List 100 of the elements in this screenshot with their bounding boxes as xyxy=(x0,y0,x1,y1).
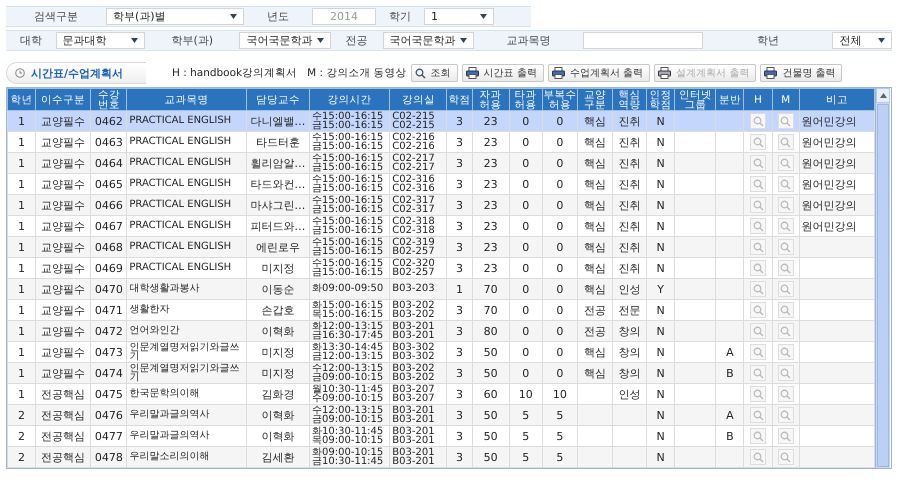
view-button[interactable] xyxy=(750,218,766,234)
view-button[interactable] xyxy=(778,113,794,129)
view-button[interactable] xyxy=(778,407,794,423)
view-button[interactable] xyxy=(750,344,766,360)
table-cell: 23 xyxy=(484,136,498,148)
table-cell: 교양필수 xyxy=(41,262,86,274)
table-cell: 이혁화 xyxy=(261,408,294,422)
table-cell-text: 금15:00-16:15 xyxy=(312,226,384,236)
table-cell: 핵심 xyxy=(584,178,606,190)
view-button[interactable] xyxy=(778,428,794,444)
print-button[interactable]: 수업계획서 출력 xyxy=(548,64,650,82)
view-button[interactable] xyxy=(778,134,794,150)
dropdown[interactable]: 문과대학 xyxy=(56,32,146,49)
search-icon xyxy=(780,388,792,400)
view-button[interactable] xyxy=(750,239,766,255)
dropdown[interactable]: 학부(과)별 xyxy=(106,8,244,25)
table-cell-text: 금16:30-17:45 xyxy=(312,331,384,340)
table-cell-text: 금15:00-16:15 xyxy=(312,205,384,214)
view-button[interactable] xyxy=(750,176,766,192)
scrollbar[interactable] xyxy=(875,88,890,468)
column-header: 이수구분 xyxy=(36,88,91,110)
input-field[interactable] xyxy=(583,32,704,49)
column-header: 강의시간 xyxy=(310,88,390,110)
dropdown[interactable]: 1 xyxy=(424,8,494,25)
dropdown[interactable]: 전체 xyxy=(832,32,892,49)
view-button[interactable] xyxy=(778,281,794,297)
caret-icon xyxy=(230,14,237,19)
table-cell: 0 xyxy=(556,324,564,338)
table-cell: 1 xyxy=(18,388,26,400)
table-cell: 핵심 xyxy=(584,136,606,148)
view-button[interactable] xyxy=(778,155,794,171)
table-cell: 창의 xyxy=(618,346,641,358)
table-cell: 1 xyxy=(18,282,26,296)
view-button[interactable] xyxy=(750,365,766,381)
table-cell: 0 xyxy=(522,136,530,148)
view-button[interactable] xyxy=(750,302,766,318)
table-cell-text: 금15:00-16:15 xyxy=(312,184,384,194)
table-cell: N xyxy=(656,114,665,128)
table-cell: 창의 xyxy=(618,366,641,380)
table-cell: 교양필수 xyxy=(41,156,86,170)
print-button[interactable]: 시간표 출력 xyxy=(462,64,544,82)
view-button[interactable] xyxy=(778,323,794,339)
search-icon xyxy=(780,220,792,232)
view-button[interactable] xyxy=(778,260,794,276)
search-button[interactable]: 조회 xyxy=(410,64,458,82)
table-cell: 0477 xyxy=(94,430,123,442)
section-tab[interactable]: 시간표/수업계획서 xyxy=(6,62,146,84)
search-icon xyxy=(414,68,426,78)
table-cell: 3 xyxy=(456,324,464,338)
table-cell: 3 xyxy=(456,366,464,380)
table-cell: 0475 xyxy=(94,388,123,400)
search-icon xyxy=(752,326,764,336)
table-cell: 교양필수 xyxy=(41,220,86,232)
table-cell: 타드와컨… xyxy=(250,178,306,190)
table-cell: 인성 xyxy=(618,282,641,296)
view-button[interactable] xyxy=(778,302,794,318)
table-cell: 23 xyxy=(484,156,498,170)
view-button[interactable] xyxy=(750,155,766,171)
dropdown[interactable]: 국어국문학과 xyxy=(239,32,331,49)
search-icon xyxy=(780,368,792,378)
view-button[interactable] xyxy=(750,281,766,297)
table-cell: 0 xyxy=(522,156,530,170)
view-button[interactable] xyxy=(750,449,766,465)
view-button[interactable] xyxy=(778,365,794,381)
table-cell-text: 금15:00-16:15 xyxy=(312,121,384,130)
table-cell: 생활한자 xyxy=(129,304,170,316)
view-button[interactable] xyxy=(750,113,766,129)
view-button[interactable] xyxy=(778,176,794,192)
filter-label: 교과목명 xyxy=(506,33,552,49)
table-cell: 진취 xyxy=(618,136,641,148)
dropdown[interactable]: 국어국문학과 xyxy=(382,32,474,49)
table-cell: 창의 xyxy=(618,324,641,338)
view-button[interactable] xyxy=(778,197,794,213)
view-button[interactable] xyxy=(750,386,766,402)
legend-text: H : handbook강의계획서 M : 강의소개 동영상 xyxy=(172,66,407,80)
table-cell: N xyxy=(656,408,665,422)
view-button[interactable] xyxy=(750,323,766,339)
table-cell: 전공 xyxy=(584,324,606,338)
search-icon xyxy=(752,220,764,232)
view-button[interactable] xyxy=(778,218,794,234)
print-button[interactable]: 건물명 출력 xyxy=(760,64,842,82)
view-button[interactable] xyxy=(778,344,794,360)
table-cell: 우리말소리의이해 xyxy=(129,451,210,462)
view-button[interactable] xyxy=(750,260,766,276)
view-button[interactable] xyxy=(750,428,766,444)
table-cell: 핵심 xyxy=(584,156,606,170)
table-cell: 50 xyxy=(484,346,498,358)
table-row[interactable]: 1 교양필수 0470 대학생활과봉사 이동순 화09:00-09:50 B03-203 1 70 0 0 핵심 인성 Y xyxy=(8,278,874,300)
view-button[interactable] xyxy=(778,386,794,402)
view-button[interactable] xyxy=(778,449,794,465)
table-cell-text: 금15:00-16:15 xyxy=(312,268,384,278)
table-cell: 전문 xyxy=(618,304,641,316)
filter-label: 학부(과) xyxy=(170,33,214,49)
view-button[interactable] xyxy=(750,197,766,213)
table-cell: 1 xyxy=(18,366,26,380)
table-cell: 0 xyxy=(556,282,564,296)
view-button[interactable] xyxy=(778,239,794,255)
table-cell: 80 xyxy=(484,324,498,338)
view-button[interactable] xyxy=(750,134,766,150)
view-button[interactable] xyxy=(750,407,766,423)
